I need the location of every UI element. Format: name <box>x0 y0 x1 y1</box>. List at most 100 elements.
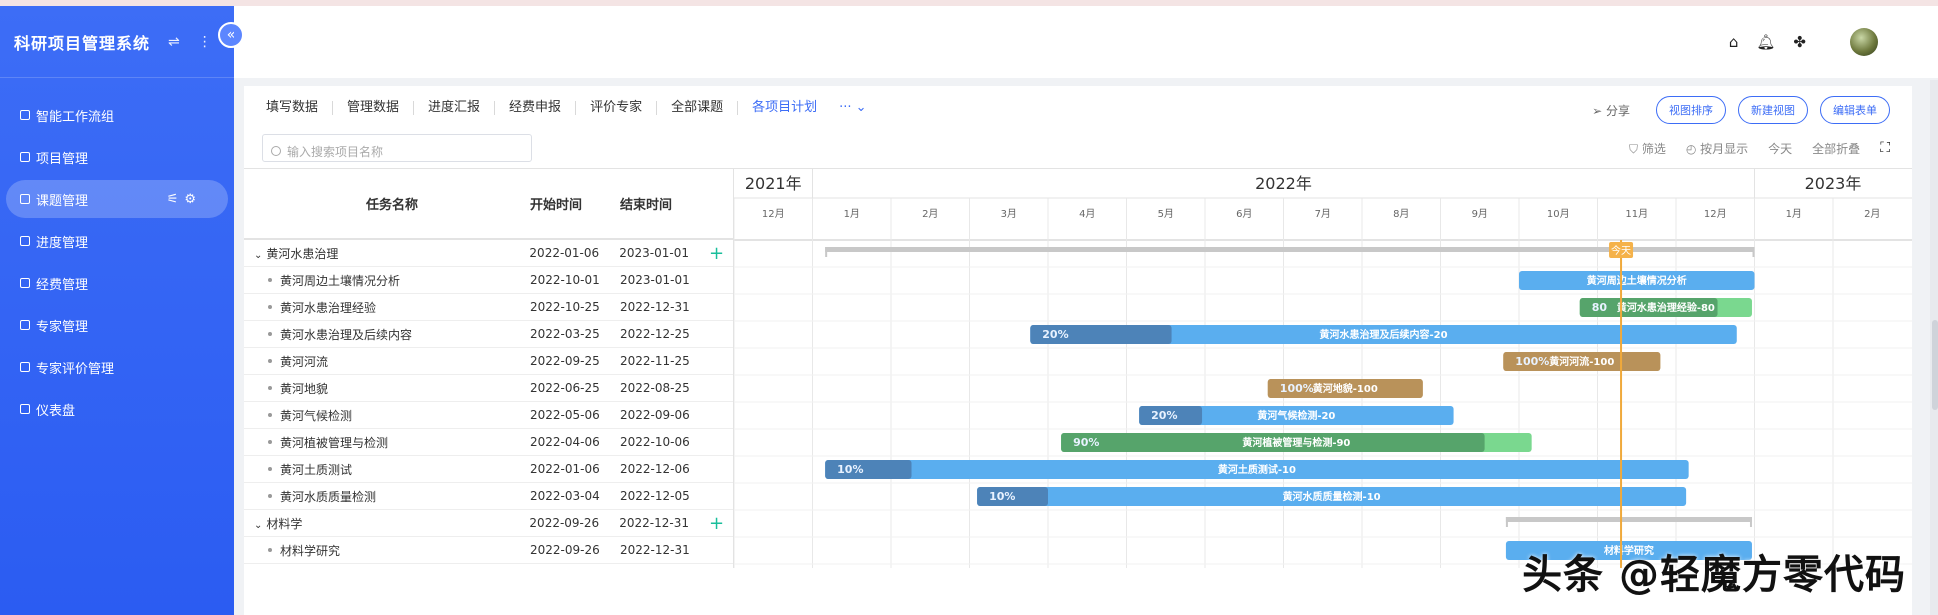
bullet-icon <box>268 332 272 336</box>
task-table: 任务名称 开始时间 结束时间 ⌄ 黄河水患治理 2022-01-06 2023-01-… <box>244 168 734 568</box>
task-end-cell: 2022-12-31 <box>620 543 690 557</box>
sidebar: 科研项目管理系统 ⇌ ⋮ 智能工作流组 项目管理 课题管理 ⚟⚙ 进度管理 经费管… <box>0 6 234 615</box>
fullscreen-icon[interactable]: ⛶ <box>1880 140 1890 157</box>
task-start-cell: 2022-10-25 <box>530 300 600 314</box>
task-bar-label: 黄河气候检测-20 <box>1257 409 1335 422</box>
new-view-button[interactable]: 新建视图 <box>1738 96 1808 124</box>
sidebar-item-dashboard[interactable]: 仪表盘 <box>6 390 228 428</box>
task-name-cell: 黄河土质测试 <box>244 461 530 478</box>
task-end-cell: 2022-12-31 <box>620 300 690 314</box>
group-row[interactable]: ⌄ 材料学 2022-09-26 2022-12-31 + <box>244 510 733 537</box>
table-row[interactable]: 黄河土质测试 2022-01-06 2022-12-06 <box>244 456 733 483</box>
task-bar-progress-label: 80 <box>1592 301 1608 314</box>
table-row[interactable]: 黄河水患治理经验 2022-10-25 2022-12-31 <box>244 294 733 321</box>
edit-form-button[interactable]: 编辑表单 <box>1820 96 1890 124</box>
apps-icon[interactable]: ✤ <box>1793 33 1806 51</box>
sidebar-item-label: 专家管理 <box>36 319 89 335</box>
more-vertical-icon[interactable]: ⋮ <box>198 34 212 50</box>
month-view-button[interactable]: ◴ 按月显示 <box>1686 140 1748 157</box>
month-label: 9月 <box>1472 208 1488 220</box>
task-name-cell: 黄河河流 <box>244 353 530 370</box>
tab-all-topics[interactable]: 全部课题 <box>657 100 739 115</box>
task-name: 材料学研究 <box>280 543 341 558</box>
task-start-cell: 2022-04-06 <box>530 435 600 449</box>
settings-gear-icon[interactable]: ⚙ <box>184 192 202 207</box>
table-row[interactable]: 黄河河流 2022-09-25 2022-11-25 <box>244 348 733 375</box>
header-icons: ⌂ 🔔︎ ✤ <box>1729 28 1878 56</box>
month-label: 2月 <box>1864 208 1880 220</box>
month-label: 1月 <box>1786 208 1802 220</box>
table-row[interactable]: 材料学研究 2022-09-26 2022-12-31 <box>244 537 733 564</box>
tab-manage-data[interactable]: 管理数据 <box>333 100 415 115</box>
task-name-cell: 黄河周边土壤情况分析 <box>244 272 530 289</box>
task-bar-progress-label: 20% <box>1042 328 1068 341</box>
table-row[interactable]: 黄河水患治理及后续内容 2022-03-25 2022-12-25 <box>244 321 733 348</box>
menu-item-icon <box>20 362 30 372</box>
collapse-sidebar-button[interactable]: « <box>218 22 244 48</box>
sidebar-item-projects[interactable]: 项目管理 <box>6 138 228 176</box>
sidebar-item-workflow[interactable]: 智能工作流组 <box>6 96 228 134</box>
tab-fill-data[interactable]: 填写数据 <box>266 100 334 115</box>
task-name: 黄河水患治理 <box>266 246 339 261</box>
sidebar-item-expert-review[interactable]: 专家评价管理 <box>6 348 228 386</box>
task-bar-label: 黄河土质测试-10 <box>1218 463 1296 476</box>
menu-item-icon <box>20 236 30 246</box>
tab-project-plans[interactable]: 各项目计划 <box>738 100 831 115</box>
month-label: 12月 <box>1704 208 1727 220</box>
task-name-cell: 黄河地貌 <box>244 380 530 397</box>
menu-item-icon <box>20 194 30 204</box>
table-row[interactable]: 黄河周边土壤情况分析 2022-10-01 2023-01-01 <box>244 267 733 294</box>
table-row[interactable]: 黄河气候检测 2022-05-06 2022-09-06 <box>244 402 733 429</box>
caret-down-icon[interactable]: ⌄ <box>254 520 262 531</box>
today-button[interactable]: 今天 <box>1768 140 1792 157</box>
year-label: 2021年 <box>745 174 802 193</box>
sidebar-item-tools[interactable]: ⚟⚙ <box>167 192 202 207</box>
tab-review-experts[interactable]: 评价专家 <box>576 100 658 115</box>
search-icon <box>271 146 281 156</box>
sort-view-button[interactable]: 视图排序 <box>1656 96 1726 124</box>
table-row[interactable]: 黄河植被管理与检测 2022-04-06 2022-10-06 <box>244 429 733 456</box>
group-row[interactable]: ⌄ 黄河水患治理 2022-01-06 2023-01-01 + <box>244 240 733 267</box>
tab-progress-report[interactable]: 进度汇报 <box>414 100 496 115</box>
month-label: 6月 <box>1236 208 1252 220</box>
more-tabs-button[interactable]: ··· ⌄ <box>839 100 866 115</box>
table-row[interactable]: 黄河地貌 2022-06-25 2022-08-25 <box>244 375 733 402</box>
switch-icon[interactable]: ⇌ <box>168 34 180 50</box>
caret-down-icon[interactable]: ⌄ <box>254 250 262 261</box>
task-name: 黄河水患治理经验 <box>280 300 377 315</box>
page-scrollbar-thumb[interactable] <box>1932 320 1938 410</box>
bullet-icon <box>268 467 272 471</box>
bullet-icon <box>268 494 272 498</box>
add-subtask-icon[interactable]: + <box>709 243 733 264</box>
tab-fund-apply[interactable]: 经费申报 <box>495 100 577 115</box>
sidebar-item-experts[interactable]: 专家管理 <box>6 306 228 344</box>
bullet-icon <box>268 440 272 444</box>
bullet-icon <box>268 548 272 552</box>
table-row[interactable]: 黄河水质质量检测 2022-03-04 2022-12-05 <box>244 483 733 510</box>
task-name: 黄河植被管理与检测 <box>280 435 389 450</box>
task-name-cell: ⌄ 黄河水患治理 <box>244 245 529 262</box>
column-header-name: 任务名称 <box>365 198 418 213</box>
task-end-cell: 2022-12-06 <box>620 462 690 476</box>
bell-icon[interactable]: 🔔︎ <box>1756 33 1775 51</box>
search-input[interactable]: 输入搜索项目名称 <box>262 134 532 162</box>
task-name: 材料学 <box>266 516 303 531</box>
filter-button[interactable]: ⛉ 筛选 <box>1629 140 1666 157</box>
bullet-icon <box>268 305 272 309</box>
sidebar-item-label: 项目管理 <box>36 151 89 167</box>
task-end-cell: 2022-12-25 <box>620 327 690 341</box>
sidebar-item-progress[interactable]: 进度管理 <box>6 222 228 260</box>
task-bar-progress-label: 100% <box>1280 382 1314 395</box>
sliders-icon[interactable]: ⚟ <box>167 192 185 207</box>
avatar[interactable] <box>1850 28 1878 56</box>
gantt-chart: 2021年 2022年 2023年 12月 1月 2月 3月 4月 5月 6月 7月 8月 9月 10月 1… <box>734 168 1912 568</box>
collapse-all-button[interactable]: 全部折叠 <box>1812 140 1860 157</box>
share-button[interactable]: ➢ 分享 <box>1592 102 1630 119</box>
add-subtask-icon[interactable]: + <box>709 513 733 534</box>
home-icon[interactable]: ⌂ <box>1729 33 1739 51</box>
task-bar-label: 黄河河流-100 <box>1549 355 1614 368</box>
sidebar-item-funds[interactable]: 经费管理 <box>6 264 228 302</box>
sidebar-item-topics[interactable]: 课题管理 ⚟⚙ <box>6 180 228 218</box>
menu-item-icon <box>20 110 30 120</box>
summary-bar[interactable] <box>1505 517 1752 522</box>
